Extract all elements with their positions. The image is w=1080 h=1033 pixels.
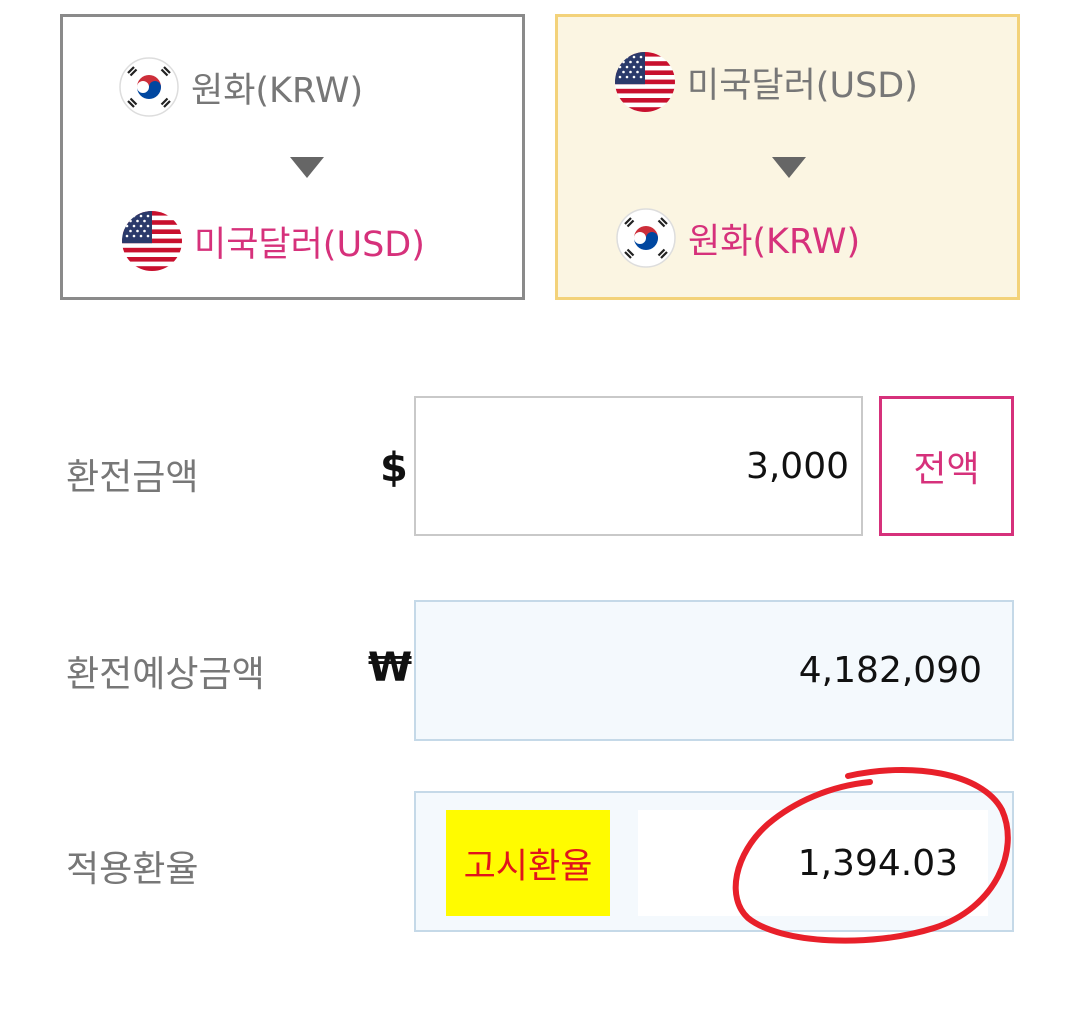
down-triangle-icon bbox=[290, 157, 324, 178]
red-highlight-circle-icon bbox=[732, 766, 1011, 944]
dollar-symbol: $ bbox=[380, 445, 408, 491]
exchange-amount-value: 3,000 bbox=[745, 445, 849, 487]
posted-rate-badge: 고시환율 bbox=[446, 810, 610, 916]
korea-flag-icon bbox=[616, 208, 676, 268]
won-symbol: ₩ bbox=[368, 645, 413, 691]
expected-amount-value: 4,182,090 bbox=[798, 650, 982, 691]
full-amount-button[interactable]: 전액 bbox=[879, 396, 1014, 536]
exchange-amount-input[interactable]: 3,000 bbox=[414, 396, 863, 536]
korea-flag-icon bbox=[119, 57, 179, 117]
to-currency: 미국달러(USD) bbox=[122, 211, 425, 271]
from-currency-label: 원화(KRW) bbox=[191, 70, 364, 111]
applied-rate-label: 적용환율 bbox=[66, 849, 199, 890]
krw-to-usd-card[interactable]: 원화(KRW) 미국달러(USD) bbox=[60, 14, 525, 300]
usa-flag-icon bbox=[122, 211, 182, 271]
to-currency-label: 원화(KRW) bbox=[688, 221, 861, 262]
usd-to-krw-card[interactable]: 미국달러(USD) 원화(KRW) bbox=[555, 14, 1020, 300]
expected-amount-field: 4,182,090 bbox=[414, 600, 1014, 741]
to-currency: 원화(KRW) bbox=[616, 208, 860, 268]
expected-amount-label: 환전예상금액 bbox=[66, 654, 265, 695]
from-currency: 미국달러(USD) bbox=[615, 52, 918, 112]
down-triangle-icon bbox=[772, 157, 806, 178]
usa-flag-icon bbox=[615, 52, 675, 112]
exchange-amount-label: 환전금액 bbox=[66, 457, 199, 498]
from-currency: 원화(KRW) bbox=[119, 57, 363, 117]
from-currency-label: 미국달러(USD) bbox=[687, 65, 918, 106]
to-currency-label: 미국달러(USD) bbox=[194, 224, 425, 265]
